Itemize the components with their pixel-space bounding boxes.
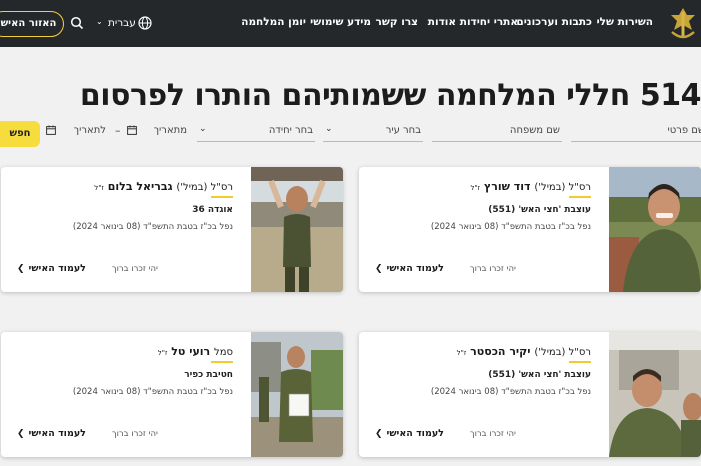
personal-page-label: לעמוד האישי: [28, 263, 86, 274]
nav-contact[interactable]: צרו קשר: [376, 16, 418, 32]
name-accent-line: [569, 196, 591, 198]
fallen-soldier-card[interactable]: רס"ל (במיל') דוד שורץ ז"ל עוצבת 'חצי האש…: [359, 167, 701, 292]
last-name-placeholder: שם משפחה: [509, 125, 560, 136]
page-title: 514 חללי המלחמה ששמותיהם הותרו לפרסום: [79, 78, 701, 113]
chevron-left-icon: ❮: [375, 264, 383, 274]
date-range-separator: –: [115, 124, 121, 137]
memorial-blessing: יהי זכרו ברוך: [470, 264, 516, 274]
personal-page-link[interactable]: ❮ לעמוד האישי: [375, 428, 444, 439]
soldier-unit: עוצבת 'חצי האש' (551): [488, 205, 591, 215]
personal-page-link[interactable]: ❮ לעמוד האישי: [17, 428, 86, 439]
fell-date: נפל בכ"ז בטבת התשפ"ד (08 בינואר 2024): [430, 222, 591, 232]
last-name-field[interactable]: שם משפחה: [432, 124, 562, 142]
name-accent-line: [211, 361, 233, 363]
unit-select[interactable]: בחר יחידה ⌄: [197, 124, 315, 142]
language-selector[interactable]: ⌄ עברית: [96, 15, 158, 33]
memorial-suffix: ז"ל: [456, 349, 467, 357]
search-icon[interactable]: [70, 16, 84, 30]
soldier-photo[interactable]: [251, 332, 343, 457]
fallen-soldier-card[interactable]: רס"ל (במיל') גבריאל בלום ז"ל אוגדה 36 נפ…: [1, 167, 343, 292]
personal-page-link[interactable]: ❮ לעמוד האישי: [375, 263, 444, 274]
soldier-photo[interactable]: [609, 167, 701, 292]
idf-logo-icon[interactable]: [666, 6, 700, 42]
soldier-rank: רס"ל (במיל'): [176, 182, 233, 193]
soldier-rank: רס"ל (במיל'): [534, 347, 591, 358]
personal-area-button[interactable]: האזור האישי: [0, 11, 64, 37]
unit-placeholder: בחר יחידה: [268, 125, 313, 136]
city-select[interactable]: בחר עיר ⌄: [323, 124, 423, 142]
nav-war-diary[interactable]: יומן המלחמה: [241, 16, 306, 32]
fallen-soldier-card[interactable]: סמל רועי טל ז"ל חטיבת כפיר נפל בכ"ז בטבת…: [1, 332, 343, 457]
first-name-placeholder: שם פרטי: [667, 125, 701, 136]
memorial-blessing: יהי זכרו ברוך: [112, 264, 158, 274]
memorial-blessing: יהי זכרו ברוך: [112, 429, 158, 439]
soldier-full-name: יקיר הכסטר: [470, 345, 531, 358]
name-accent-line: [569, 361, 591, 363]
chevron-down-icon: ⌄: [325, 124, 333, 134]
soldier-full-name: דוד שורץ: [483, 180, 531, 193]
soldier-full-name: רועי טל: [171, 345, 211, 358]
to-date-placeholder: לתאריך: [73, 125, 106, 136]
globe-icon: [138, 16, 152, 30]
top-navigation-bar: השירות שלי כתבות וערכונים אתרי יחידות או…: [0, 0, 701, 47]
soldier-unit: עוצבת 'חצי האש' (551): [488, 370, 591, 380]
memorial-blessing: יהי זכרו ברוך: [470, 429, 516, 439]
fell-date: נפל בכ"ז בטבת התשפ"ד (08 בינואר 2024): [72, 387, 233, 397]
soldier-photo[interactable]: [251, 167, 343, 292]
language-label: עברית: [108, 17, 136, 29]
name-accent-line: [211, 196, 233, 198]
from-date-field[interactable]: מתאריך: [127, 124, 189, 141]
personal-page-link[interactable]: ❮ לעמוד האישי: [17, 263, 86, 274]
fell-date: נפל בכ"ז בטבת התשפ"ד (08 בינואר 2024): [430, 387, 591, 397]
nav-unit-sites[interactable]: אתרי יחידות: [460, 16, 518, 32]
memorial-suffix: ז"ל: [470, 184, 481, 192]
memorial-suffix: ז"ל: [157, 349, 168, 357]
chevron-left-icon: ❮: [17, 429, 25, 439]
soldier-photo[interactable]: [609, 332, 701, 457]
personal-page-label: לעמוד האישי: [28, 428, 86, 439]
from-date-placeholder: מתאריך: [153, 125, 187, 136]
chevron-left-icon: ❮: [17, 264, 25, 274]
fallen-soldier-card[interactable]: רס"ל (במיל') יקיר הכסטר ז"ל עוצבת 'חצי ה…: [359, 332, 701, 457]
soldier-unit: אוגדה 36: [192, 205, 233, 215]
nav-my-service[interactable]: השירות שלי: [597, 16, 653, 32]
soldier-name: רס"ל (במיל') גבריאל בלום ז"ל: [94, 180, 233, 193]
chevron-left-icon: ❮: [375, 429, 383, 439]
soldier-rank: רס"ל (במיל'): [534, 182, 591, 193]
soldier-name: רס"ל (במיל') דוד שורץ ז"ל: [470, 180, 591, 193]
chevron-down-icon: ⌄: [96, 17, 103, 26]
to-date-field[interactable]: לתאריך: [46, 124, 108, 141]
memorial-suffix: ז"ל: [94, 184, 104, 192]
soldier-rank: סמל: [214, 347, 233, 358]
nav-about[interactable]: אודות: [428, 16, 456, 32]
personal-page-label: לעמוד האישי: [386, 428, 444, 439]
fell-date: נפל בכ"ז בטבת התשפ"ד (08 בינואר 2024): [72, 222, 233, 232]
chevron-down-icon: ⌄: [199, 124, 207, 134]
city-placeholder: בחר עיר: [385, 125, 421, 136]
calendar-icon[interactable]: [46, 125, 56, 135]
search-button[interactable]: חפש: [0, 121, 40, 147]
nav-useful-info[interactable]: מידע שימושי: [310, 16, 371, 32]
first-name-field[interactable]: שם פרטי: [571, 124, 701, 142]
soldier-name: סמל רועי טל ז"ל: [158, 345, 233, 358]
nav-articles[interactable]: כתבות וערכונים: [516, 16, 592, 32]
personal-page-label: לעמוד האישי: [386, 263, 444, 274]
calendar-icon[interactable]: [127, 125, 137, 135]
soldier-full-name: גבריאל בלום: [107, 180, 173, 193]
soldier-unit: חטיבת כפיר: [184, 370, 233, 380]
soldier-name: רס"ל (במיל') יקיר הכסטר ז"ל: [457, 345, 591, 358]
